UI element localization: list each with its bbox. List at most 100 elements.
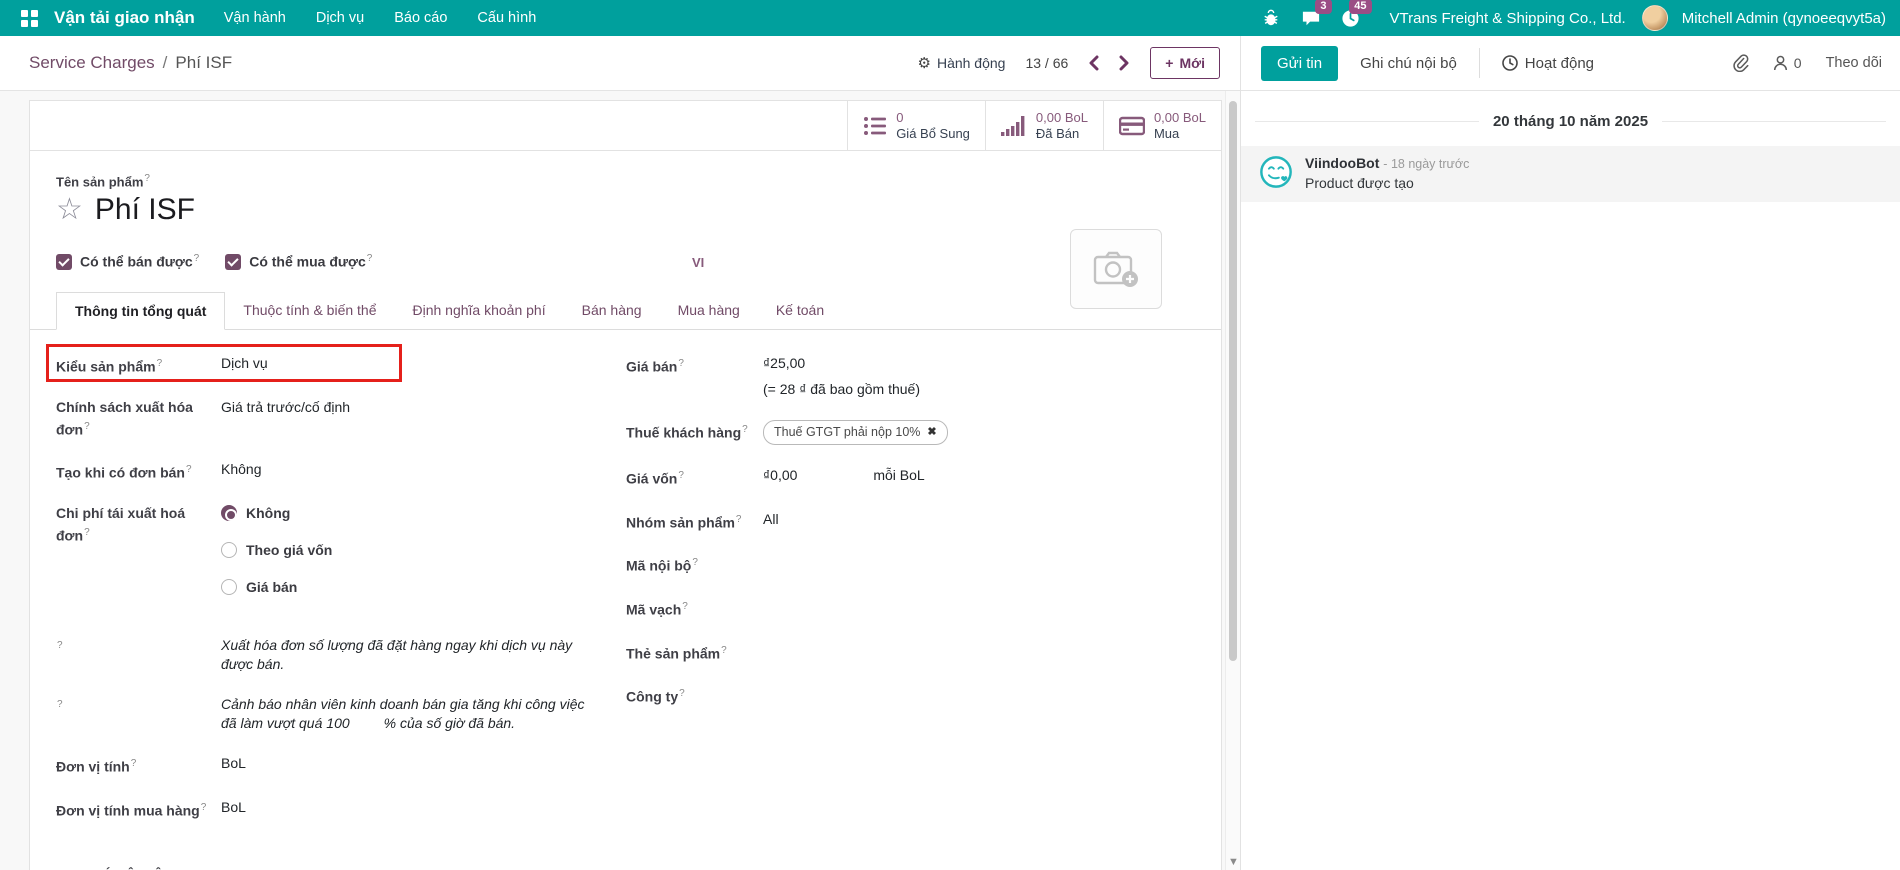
- tab-sales[interactable]: Bán hàng: [564, 292, 660, 329]
- uom-value[interactable]: BoL: [221, 754, 246, 777]
- tab-general-information[interactable]: Thông tin tổng quát: [56, 292, 225, 330]
- pager-next-button[interactable]: [1119, 55, 1130, 71]
- menu-cau-hinh[interactable]: Cấu hình: [464, 2, 549, 34]
- breadcrumb-parent-link[interactable]: Service Charges: [29, 53, 155, 73]
- sales-price-value[interactable]: ₫25,00: [763, 355, 805, 371]
- menu-dich-vu[interactable]: Dịch vụ: [303, 2, 377, 34]
- help-mark[interactable]: ?: [57, 640, 63, 651]
- radio-selected-icon: [221, 505, 237, 521]
- pager-previous-button[interactable]: [1088, 55, 1099, 71]
- follow-button[interactable]: Theo dõi: [1826, 55, 1882, 71]
- menu-van-hanh[interactable]: Vận hành: [211, 2, 299, 34]
- company-switcher[interactable]: VTrans Freight & Shipping Co., Ltd.: [1390, 10, 1626, 27]
- purchase-uom-value[interactable]: BoL: [221, 798, 246, 821]
- followers-button[interactable]: 0: [1773, 55, 1802, 71]
- message-author[interactable]: ViindooBot: [1305, 155, 1379, 171]
- radio-option-sales-price[interactable]: Giá bán: [221, 578, 332, 597]
- barcode-label: Mã vạch?: [626, 597, 763, 620]
- help-mark[interactable]: ?: [57, 699, 63, 710]
- tax-included-note: (= 28 ₫ đã bao gồm thuế): [763, 380, 920, 399]
- scrollbar-down-arrow[interactable]: ▼: [1226, 856, 1240, 868]
- sales-price-label: Giá bán?: [626, 354, 763, 399]
- message-item[interactable]: ViindooBot - 18 ngày trước Product được …: [1241, 146, 1900, 202]
- app-title[interactable]: Vận tải giao nhận: [54, 8, 195, 28]
- tax-tag-remove-icon[interactable]: ✖: [927, 423, 936, 442]
- stat-button-sold[interactable]: 0,00 BoL Đã Bán: [985, 101, 1103, 150]
- breadcrumb-current: Phí ISF: [175, 53, 232, 73]
- action-menu-button[interactable]: ⚙ Hành động: [918, 54, 1006, 72]
- checkbox-row: Có thể bán được? Có thể mua được?: [30, 227, 1221, 270]
- stat-button-row: 0 Giá Bổ Sung 0,00 BoL Đã Bán: [30, 101, 1221, 151]
- can-be-purchased-label: Có thể mua được?: [249, 253, 372, 270]
- tab-purchase[interactable]: Mua hàng: [660, 292, 758, 329]
- stat-button-purchased[interactable]: 0,00 BoL Mua: [1103, 101, 1221, 150]
- user-menu[interactable]: Mitchell Admin (qynoeeqvyt5a): [1682, 10, 1886, 27]
- user-avatar[interactable]: [1642, 5, 1668, 31]
- activities-clock-icon[interactable]: 45: [1334, 3, 1368, 33]
- debug-bug-icon[interactable]: [1254, 3, 1288, 33]
- product-category-value[interactable]: All: [763, 510, 779, 533]
- form-view-container: 0 Giá Bổ Sung 0,00 BoL Đã Bán: [0, 91, 1240, 870]
- product-name-value[interactable]: Phí ISF: [95, 193, 195, 227]
- menu-bao-cao[interactable]: Báo cáo: [381, 2, 460, 34]
- product-tags-label: Thẻ sản phẩm?: [626, 641, 763, 664]
- chatter-header: Gửi tin Ghi chú nội bộ Hoạt động: [1241, 36, 1900, 91]
- extra-prices-value: 0: [896, 110, 970, 126]
- apps-menu-button[interactable]: [14, 3, 44, 33]
- sold-label: Đã Bán: [1036, 126, 1088, 142]
- reinvoice-label: Chi phí tái xuất hoá đơn?: [56, 504, 221, 615]
- tab-attributes-variants[interactable]: Thuộc tính & biến thể: [225, 292, 394, 329]
- internal-notes-section-header: GHI CHÚ NỘI BỘ: [30, 841, 1221, 870]
- extra-prices-label: Giá Bổ Sung: [896, 126, 970, 142]
- send-message-button[interactable]: Gửi tin: [1261, 46, 1338, 81]
- tab-accounting[interactable]: Kế toán: [758, 292, 842, 329]
- scrollbar-thumb[interactable]: [1229, 101, 1237, 661]
- viindoobot-avatar: [1259, 155, 1293, 189]
- field-reinvoice-expenses: Chi phí tái xuất hoá đơn? Không Theo giá…: [56, 504, 616, 615]
- invoice-policy-value[interactable]: Giá trả trước/cố định: [221, 398, 350, 440]
- bar-chart-icon: [1001, 115, 1027, 137]
- translation-language-badge[interactable]: VI: [692, 255, 704, 270]
- pricelist-icon: [863, 115, 887, 137]
- favorite-star-icon[interactable]: ☆: [56, 195, 83, 225]
- help-row-invoice: ? Xuất hóa đơn số lượng đã đặt hàng ngay…: [56, 636, 616, 674]
- attach-files-button[interactable]: [1732, 54, 1749, 72]
- create-on-order-value[interactable]: Không: [221, 460, 261, 483]
- field-internal-reference: Mã nội bộ?: [626, 553, 1176, 576]
- schedule-activity-label: Hoạt động: [1525, 55, 1594, 72]
- form-scrollbar[interactable]: ▼: [1225, 91, 1240, 870]
- cost-value[interactable]: ₫0,00: [763, 467, 797, 483]
- cost-uom-suffix: mỗi BoL: [873, 467, 924, 483]
- tax-tag[interactable]: Thuế GTGT phải nộp 10% ✖: [763, 420, 948, 445]
- new-record-button[interactable]: + Mới: [1150, 47, 1220, 79]
- chatter-divider: [1479, 48, 1480, 78]
- tab-charge-definition[interactable]: Định nghĩa khoản phí: [395, 292, 564, 329]
- invoice-policy-label: Chính sách xuất hóa đơn?: [56, 398, 221, 440]
- chatter-panel: Gửi tin Ghi chú nội bộ Hoạt động: [1240, 36, 1900, 870]
- company-label: Công ty?: [626, 684, 763, 707]
- credit-card-icon: [1119, 115, 1145, 137]
- activities-badge: 45: [1349, 0, 1371, 14]
- stat-button-extra-prices[interactable]: 0 Giá Bổ Sung: [847, 101, 985, 150]
- field-invoice-policy: Chính sách xuất hóa đơn? Giá trả trước/c…: [56, 398, 616, 440]
- upsell-threshold-value[interactable]: 100: [326, 715, 349, 731]
- radio-option-at-cost[interactable]: Theo giá vốn: [221, 541, 332, 560]
- product-image-placeholder[interactable]: [1070, 229, 1162, 309]
- radio-option-none[interactable]: Không: [221, 504, 332, 523]
- product-category-label: Nhóm sản phẩm?: [626, 510, 763, 533]
- can-be-sold-label: Có thể bán được?: [80, 253, 199, 270]
- help-mark[interactable]: ?: [144, 173, 150, 184]
- product-type-label: Kiểu sản phẩm?: [56, 354, 221, 377]
- can-be-sold-checkbox[interactable]: Có thể bán được?: [56, 253, 199, 270]
- schedule-activity-button[interactable]: Hoạt động: [1502, 55, 1594, 72]
- log-note-button[interactable]: Ghi chú nội bộ: [1360, 55, 1457, 72]
- date-divider-label: 20 tháng 10 năm 2025: [1493, 113, 1648, 130]
- date-divider: 20 tháng 10 năm 2025: [1241, 113, 1900, 130]
- can-be-purchased-checkbox[interactable]: Có thể mua được?: [225, 253, 372, 270]
- product-type-value[interactable]: Dịch vụ: [221, 354, 268, 377]
- plus-icon: +: [1165, 55, 1173, 71]
- product-name-label: Tên sản phẩm?: [56, 173, 1195, 189]
- messages-icon[interactable]: 3: [1294, 3, 1328, 33]
- breadcrumb: Service Charges / Phí ISF: [29, 53, 232, 73]
- cost-label: Giá vốn?: [626, 466, 763, 489]
